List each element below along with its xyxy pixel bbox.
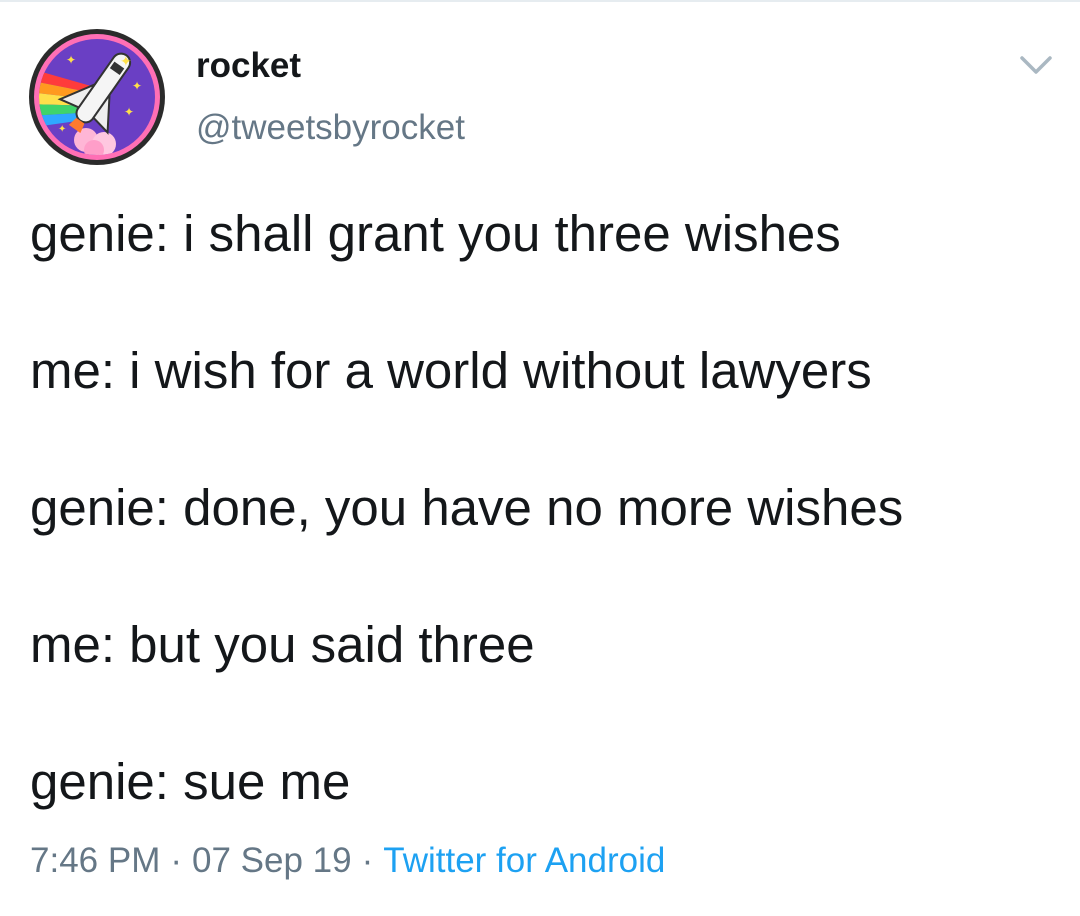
tweet-date[interactable]: 07 Sep 19 [192,841,352,880]
svg-text:✦: ✦ [132,79,142,93]
svg-text:✦: ✦ [58,124,66,135]
svg-text:✦: ✦ [66,53,76,67]
tweet-menu-button[interactable] [1016,50,1056,80]
tweet-text-line-3: genie: done, you have no more wishes [30,479,904,536]
svg-text:✦: ✦ [120,54,132,70]
top-divider [0,0,1080,2]
tweet-source-link[interactable]: Twitter for Android [383,841,665,880]
rocket-avatar-icon: ✦ ✦ ✦ ✦ ✦ [29,29,165,165]
tweet-text-line-2: me: i wish for a world without lawyers [30,342,872,399]
tweet-metadata: 7:46 PM · 07 Sep 19 · Twitter for Android [30,838,665,884]
meta-separator: · [170,841,183,880]
tweet-text-line-5: genie: sue me [30,753,351,810]
svg-text:✦: ✦ [124,105,134,119]
meta-separator: · [361,841,374,880]
tweet-text-line-4: me: but you said three [30,616,535,673]
author-handle[interactable]: @tweetsbyrocket [196,108,465,148]
tweet-text-line-1: genie: i shall grant you three wishes [30,205,841,262]
chevron-down-icon [1020,56,1052,74]
avatar[interactable]: ✦ ✦ ✦ ✦ ✦ [28,28,166,166]
author-display-name[interactable]: rocket [196,46,301,86]
tweet-time[interactable]: 7:46 PM [30,841,160,880]
